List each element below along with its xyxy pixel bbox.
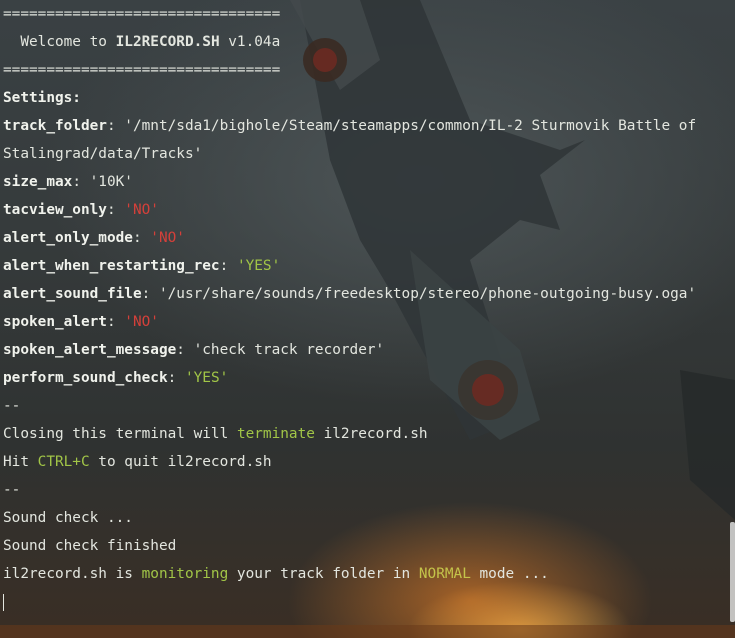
settings-heading: Settings: [3, 90, 81, 106]
setting-key: spoken_alert_message [3, 342, 177, 358]
separator-line: -- [3, 398, 21, 414]
terminal-scrollbar[interactable] [730, 522, 735, 622]
setting-spoken-alert-message: spoken_alert_message: 'check track recor… [3, 342, 385, 358]
terminal-window[interactable]: ================================ Welcome… [0, 0, 735, 638]
welcome-app-name: IL2RECORD.SH [115, 34, 220, 50]
setting-key: alert_sound_file [3, 286, 142, 302]
closing-suffix: il2record.sh [314, 426, 428, 442]
setting-value: 'NO' [150, 230, 185, 246]
monitor-suffix: mode ... [470, 566, 549, 582]
setting-value: 'check track recorder' [193, 342, 385, 358]
closing-prefix: Closing this terminal will [3, 426, 237, 442]
hit-key-combo: CTRL+C [37, 454, 90, 470]
setting-track-folder: track_folder: '/mnt/sda1/bighole/Steam/s… [3, 118, 705, 162]
setting-value: 'YES' [184, 370, 229, 386]
setting-key: spoken_alert [3, 314, 107, 330]
hit-suffix: to quit il2record.sh [89, 454, 272, 470]
setting-value: '/usr/share/sounds/freedesktop/stereo/ph… [158, 286, 697, 302]
closing-highlight: terminate [236, 426, 315, 442]
sound-check-line: Sound check ... [3, 510, 133, 526]
terminal-output[interactable]: ================================ Welcome… [3, 0, 729, 616]
setting-value: '/mnt/sda1/bighole/Steam/steamapps/commo… [3, 118, 705, 162]
welcome-version: v1.04a [219, 34, 281, 50]
monitor-highlight: monitoring [141, 566, 229, 582]
text-cursor [3, 593, 4, 611]
setting-perform-sound-check: perform_sound_check: 'YES' [3, 370, 229, 386]
setting-alert-only-mode: alert_only_mode: 'NO' [3, 230, 185, 246]
setting-key: tacview_only [3, 202, 107, 218]
setting-alert-sound-file: alert_sound_file: '/usr/share/sounds/fre… [3, 286, 697, 302]
setting-value: '10K' [89, 174, 133, 190]
banner-bottom-rule: ================================ [3, 62, 281, 78]
separator-line: -- [3, 482, 21, 498]
closing-warning-line: Closing this terminal will terminate il2… [3, 420, 729, 448]
setting-key: size_max [3, 174, 73, 190]
monitor-middle: your track folder in [228, 566, 419, 582]
setting-value: 'NO' [124, 314, 159, 330]
setting-key: alert_only_mode [3, 230, 133, 246]
prompt-line[interactable] [3, 588, 729, 616]
setting-value: 'NO' [124, 202, 159, 218]
welcome-prefix: Welcome to [3, 34, 116, 50]
sound-check-finished-line: Sound check finished [3, 538, 177, 554]
setting-size-max: size_max: '10K' [3, 174, 133, 190]
setting-key: perform_sound_check [3, 370, 168, 386]
setting-key: alert_when_restarting_rec [3, 258, 220, 274]
monitoring-status-line: il2record.sh is monitoring your track fo… [3, 560, 729, 588]
setting-spoken-alert: spoken_alert: 'NO' [3, 314, 159, 330]
monitor-prefix: il2record.sh is [3, 566, 142, 582]
monitor-mode: NORMAL [418, 566, 471, 582]
welcome-line: Welcome to IL2RECORD.SH v1.04a [3, 28, 729, 56]
setting-key: track_folder [3, 118, 107, 134]
setting-alert-when-restarting-rec: alert_when_restarting_rec: 'YES' [3, 258, 281, 274]
quit-hint-line: Hit CTRL+C to quit il2record.sh [3, 448, 729, 476]
hit-prefix: Hit [3, 454, 38, 470]
setting-value: 'YES' [236, 258, 281, 274]
setting-tacview-only: tacview_only: 'NO' [3, 202, 159, 218]
banner-top-rule: ================================ [3, 6, 281, 22]
